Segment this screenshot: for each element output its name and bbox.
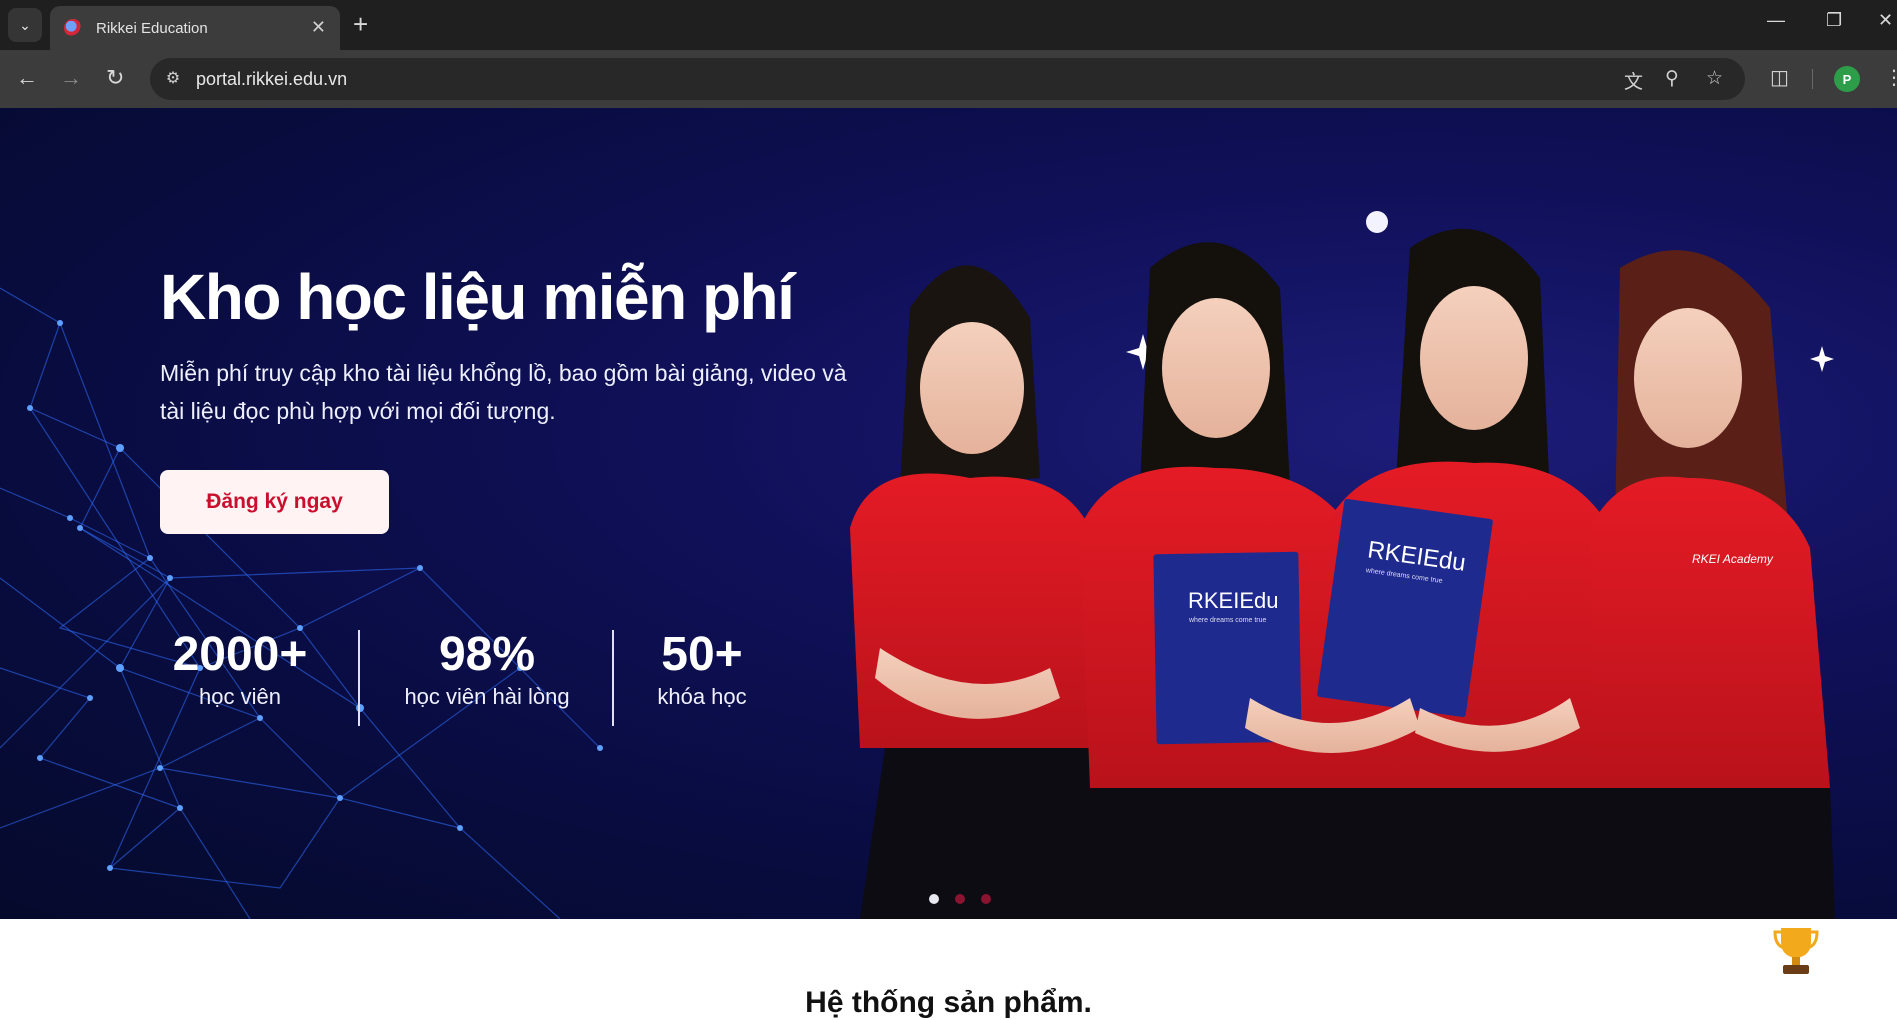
trophy-icon[interactable]	[1773, 924, 1819, 976]
hero-subtitle: Miễn phí truy cập kho tài liệu khổng lồ,…	[160, 360, 847, 424]
stat-satisfaction: 98% học viên hài lòng	[392, 628, 582, 712]
browser-tab-active[interactable]: Rikkei Education ✕	[50, 6, 340, 50]
folder-tagline: where dreams come true	[1188, 617, 1267, 624]
back-arrow-icon[interactable]: ←	[16, 64, 38, 92]
stat-value: 2000+	[172, 628, 308, 681]
extensions-icon[interactable]: ◫	[1770, 65, 1789, 90]
student-4: RKEI Academy	[1590, 250, 1835, 919]
chevron-down-icon: ⌄	[19, 16, 31, 33]
student-1	[850, 265, 1120, 919]
reload-icon[interactable]: ↻	[106, 64, 124, 92]
network-lines-decoration	[0, 287, 603, 919]
minimize-window-icon[interactable]: —	[1767, 10, 1785, 31]
new-tab-button[interactable]: +	[353, 10, 368, 38]
url-text[interactable]: portal.rikkei.edu.vn	[196, 69, 347, 90]
stat-label: học viên	[199, 684, 281, 709]
hero-title: Kho học liệu miễn phí	[160, 261, 795, 333]
stat-value: 50+	[661, 628, 743, 681]
site-info-icon[interactable]: ⚙	[162, 68, 184, 90]
carousel-dot[interactable]	[981, 894, 991, 904]
profile-avatar[interactable]: P	[1834, 66, 1860, 92]
translate-icon[interactable]: 文	[1624, 67, 1643, 94]
carousel-dot-active[interactable]	[929, 894, 939, 904]
folder-brand: RKEIEdu	[1188, 588, 1279, 613]
folder-right: RKEIEdu where dreams come true	[1317, 498, 1493, 718]
stat-label: học viên hài lòng	[404, 684, 570, 709]
products-section-title: Hệ thống sản phẩm.	[805, 986, 1092, 1019]
stat-divider	[358, 630, 360, 726]
site-favicon-icon	[64, 19, 82, 37]
tab-close-icon[interactable]: ✕	[311, 18, 326, 36]
stat-value: 98%	[438, 628, 536, 681]
zoom-icon[interactable]: ⚲	[1665, 67, 1679, 90]
forward-arrow-icon[interactable]: →	[60, 64, 82, 92]
close-window-icon[interactable]: ✕	[1878, 10, 1893, 31]
carousel-dot[interactable]	[955, 894, 965, 904]
tab-search-button[interactable]: ⌄	[8, 8, 42, 42]
shirt-logo: RKEI Academy	[1692, 552, 1774, 566]
register-now-button[interactable]: Đăng ký ngay	[160, 470, 389, 534]
students-photo: RKEI Academy RKEIEdu where dreams come t…	[850, 228, 1835, 919]
restore-window-icon[interactable]: ❐	[1826, 10, 1842, 31]
tab-title: Rikkei Education	[96, 19, 208, 37]
stat-students: 2000+ học viên	[160, 628, 320, 712]
carousel-indicators	[929, 894, 991, 904]
stat-courses: 50+ khóa học	[646, 628, 758, 712]
bookmark-star-icon[interactable]: ☆	[1706, 67, 1723, 90]
hero-banner: Kho học liệu miễn phí Miễn phí truy cập …	[0, 108, 1897, 919]
stat-label: khóa học	[657, 684, 747, 709]
address-bar[interactable]: ⚙ portal.rikkei.edu.vn 文 ⚲ ☆	[150, 58, 1745, 100]
browser-tab-strip: ⌄ Rikkei Education ✕ + — ❐ ✕	[0, 0, 1897, 50]
browser-toolbar: ← → ↻ ⚙ portal.rikkei.edu.vn 文 ⚲ ☆ ◫ P ⋮	[0, 50, 1897, 108]
toolbar-divider	[1812, 69, 1813, 89]
more-menu-icon[interactable]: ⋮	[1884, 65, 1897, 90]
stat-divider	[612, 630, 614, 726]
